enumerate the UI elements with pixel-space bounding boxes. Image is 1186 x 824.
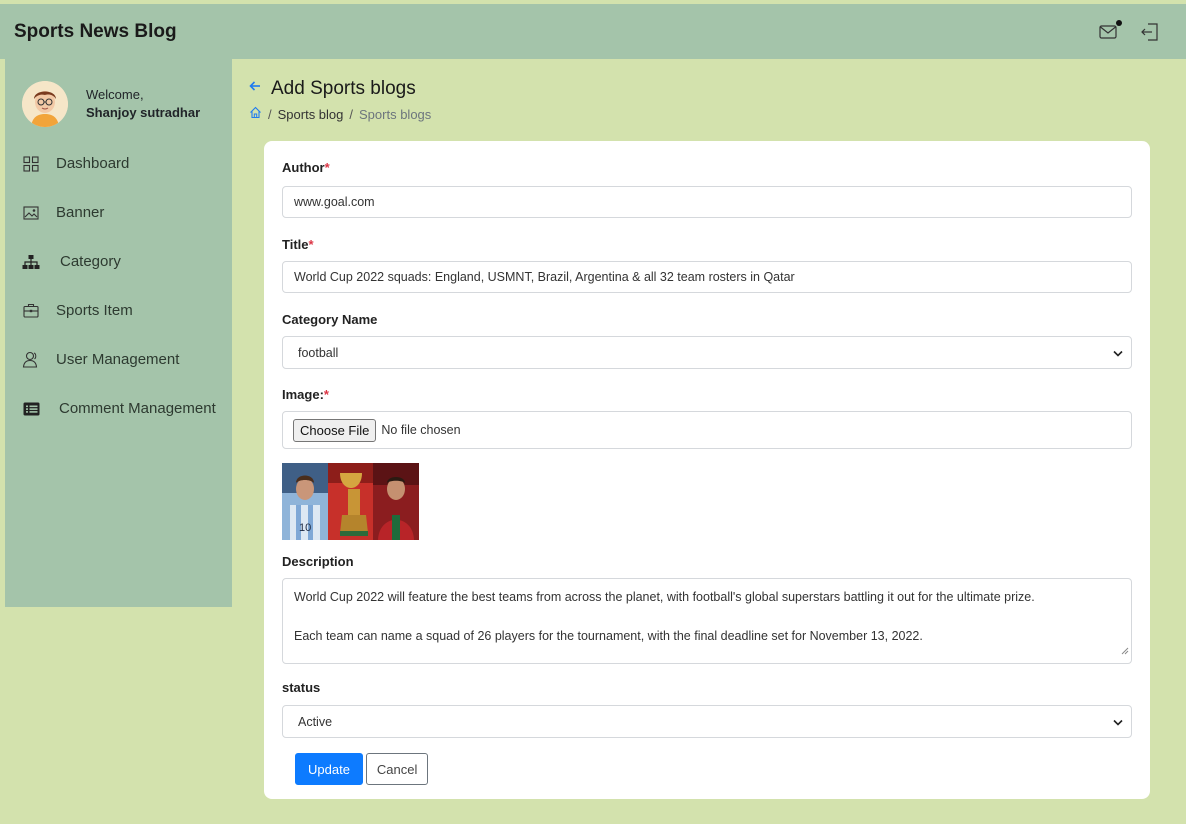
sidebar-item-user-management[interactable]: User Management — [5, 335, 232, 384]
title-value: World Cup 2022 squads: England, USMNT, B… — [294, 270, 795, 284]
list-icon — [21, 399, 41, 419]
top-navbar: Sports News Blog — [0, 4, 1186, 59]
title-input[interactable]: World Cup 2022 squads: England, USMNT, B… — [282, 261, 1132, 293]
author-label: Author* — [282, 160, 1132, 178]
dashboard-icon — [21, 154, 41, 174]
user-name: Shanjoy sutradhar — [86, 105, 201, 120]
required-mark: * — [324, 160, 330, 175]
sidebar-item-label: Category — [60, 253, 121, 270]
author-label-text: Author — [282, 160, 325, 175]
author-value: www.goal.com — [294, 195, 375, 209]
required-mark: * — [323, 387, 329, 402]
svg-text:10: 10 — [299, 522, 311, 534]
sidebar-menu: Dashboard Banner Category Sports Item Us… — [5, 139, 232, 433]
author-input[interactable]: www.goal.com — [282, 186, 1132, 218]
users-icon — [21, 350, 41, 370]
file-status: No file chosen — [381, 423, 461, 437]
status-select[interactable]: Active — [282, 705, 1132, 738]
image-icon — [21, 203, 41, 223]
chevron-down-icon — [1113, 346, 1123, 360]
image-preview: 10 — [282, 463, 419, 540]
category-label-text: Category Name — [282, 312, 378, 327]
update-button[interactable]: Update — [295, 753, 363, 785]
breadcrumb-parent[interactable]: Sports blog — [278, 107, 344, 122]
home-icon[interactable] — [249, 106, 262, 122]
resize-handle-icon[interactable] — [1121, 642, 1129, 662]
notification-dot — [1116, 19, 1122, 26]
hierarchy-icon — [21, 252, 41, 272]
status-label-text: status — [282, 680, 321, 695]
breadcrumb-separator: / — [268, 106, 272, 122]
sidebar-item-banner[interactable]: Banner — [5, 188, 232, 237]
logout-icon[interactable] — [1140, 22, 1160, 42]
description-textarea[interactable]: World Cup 2022 will feature the best tea… — [282, 578, 1132, 664]
category-value: football — [298, 345, 339, 360]
blog-form-card: Author* www.goal.com Title* World Cup 20… — [264, 141, 1150, 799]
form-actions: Update Cancel — [282, 753, 1132, 785]
sidebar-item-label: Banner — [56, 204, 105, 221]
back-arrow-icon[interactable] — [249, 79, 261, 97]
image-label-text: Image: — [282, 387, 324, 402]
category-label: Category Name — [282, 312, 1132, 330]
choose-file-button[interactable]: Choose File — [293, 418, 377, 442]
description-label-text: Description — [282, 554, 354, 569]
top-icons — [1098, 19, 1172, 42]
breadcrumb: / Sports blog / Sports blogs — [249, 106, 431, 122]
chevron-down-icon — [1113, 715, 1123, 729]
app-title[interactable]: Sports News Blog — [14, 21, 177, 43]
required-mark: * — [308, 237, 314, 252]
mail-icon[interactable] — [1098, 19, 1122, 42]
welcome-text: Welcome, — [86, 87, 144, 102]
status-value: Active — [298, 714, 333, 729]
title-label: Title* — [282, 237, 1132, 255]
description-paragraph: World Cup 2022 will feature the best tea… — [294, 590, 1035, 604]
page-title: Add Sports blogs — [271, 78, 416, 99]
sidebar-item-sports-item[interactable]: Sports Item — [5, 286, 232, 335]
briefcase-icon — [21, 301, 41, 321]
sidebar-item-label: Sports Item — [56, 302, 133, 319]
title-label-text: Title — [282, 237, 309, 252]
sidebar-item-label: Dashboard — [56, 155, 130, 172]
category-select[interactable]: football — [282, 336, 1132, 369]
description-paragraph: Each team can name a squad of 26 players… — [294, 628, 923, 643]
avatar[interactable] — [22, 81, 68, 127]
description-label: Description — [282, 554, 1132, 572]
welcome-block: Welcome, Shanjoy sutradhar — [86, 86, 200, 122]
cancel-button[interactable]: Cancel — [365, 753, 429, 785]
sidebar-item-label: Comment Management — [59, 400, 216, 417]
breadcrumb-current: Sports blogs — [359, 106, 432, 122]
breadcrumb-separator: / — [349, 106, 354, 122]
page-header: Add Sports blogs / Sports blog / Sports … — [249, 78, 431, 122]
sidebar: Welcome, Shanjoy sutradhar Dashboard Ban… — [5, 59, 232, 607]
sidebar-item-comment-management[interactable]: Comment Management — [5, 384, 232, 433]
sidebar-item-dashboard[interactable]: Dashboard — [5, 139, 232, 188]
sidebar-item-category[interactable]: Category — [5, 237, 232, 286]
image-label: Image:* — [282, 387, 1132, 405]
sidebar-item-label: User Management — [56, 351, 180, 368]
page-title-row: Add Sports blogs — [249, 78, 431, 100]
user-profile: Welcome, Shanjoy sutradhar — [5, 59, 232, 135]
image-file-input[interactable]: Choose File No file chosen — [282, 411, 1132, 449]
status-label: status — [282, 680, 1132, 698]
